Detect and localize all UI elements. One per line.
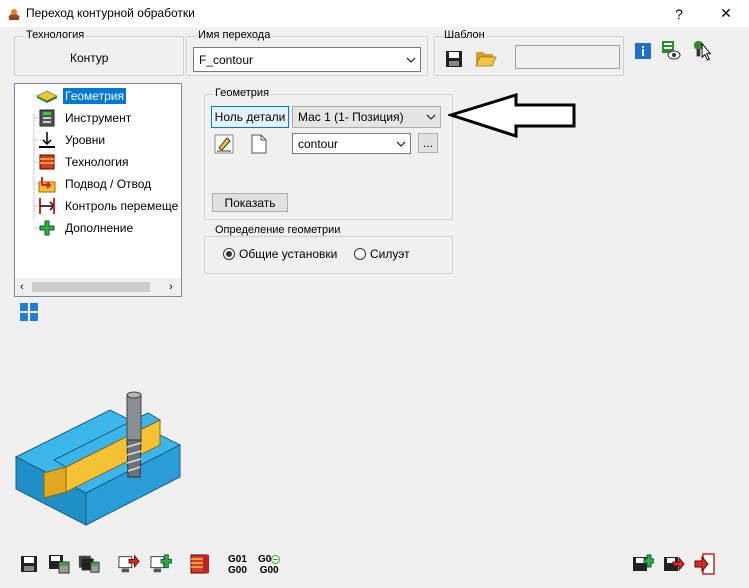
export-red-icon bbox=[118, 554, 140, 573]
chevron-down-icon bbox=[406, 57, 416, 63]
edit-geometry-button[interactable] bbox=[213, 133, 235, 155]
option-general-label: Общие установки bbox=[239, 247, 338, 261]
radio-general[interactable] bbox=[223, 248, 235, 260]
template-label: Шаблон bbox=[442, 29, 487, 41]
tree-item-4[interactable]: Технология bbox=[35, 153, 131, 171]
new-geometry-button[interactable] bbox=[248, 133, 270, 155]
technology-label: Технология bbox=[24, 29, 87, 41]
tool-icon bbox=[35, 109, 59, 127]
part-illustration bbox=[14, 391, 182, 526]
save-arrow-icon bbox=[664, 556, 685, 572]
info-icon bbox=[635, 43, 651, 59]
browse-button[interactable]: ... bbox=[418, 133, 438, 153]
sections-tree[interactable]: Геометрия Инструмент Уровни Технология Подво… bbox=[14, 83, 182, 297]
template-field[interactable] bbox=[515, 45, 620, 69]
title-bar: Переход контурной обработки ? ✕ bbox=[0, 0, 749, 27]
name-combo[interactable]: F_contour bbox=[193, 47, 421, 72]
folder-open-icon bbox=[475, 52, 497, 67]
save-button[interactable] bbox=[18, 553, 40, 575]
add-green-icon bbox=[150, 554, 172, 573]
option-silhouette-label: Силуэт bbox=[370, 247, 410, 261]
save-all-icon bbox=[78, 555, 100, 573]
option-general[interactable]: Общие установки bbox=[223, 247, 337, 261]
open-template-button[interactable] bbox=[475, 47, 497, 69]
scroll-left-icon[interactable]: ‹ bbox=[20, 281, 24, 293]
tree-item-5[interactable]: Подвод / Отвод bbox=[35, 175, 153, 193]
layers-icon bbox=[190, 554, 209, 574]
exit-button[interactable] bbox=[694, 553, 716, 575]
app-icon bbox=[8, 9, 20, 20]
save-all-button[interactable] bbox=[78, 553, 100, 575]
window-title: Переход контурной обработки bbox=[26, 6, 195, 20]
levels-icon bbox=[35, 131, 59, 149]
geometry-group-label: Геометрия bbox=[213, 87, 272, 99]
position-combo[interactable]: Мас 1 (1- Позиция) bbox=[292, 106, 441, 128]
g01-label: G01 bbox=[228, 554, 247, 565]
tree-item-label: Контроль перемеще bbox=[65, 199, 179, 213]
pointer-button[interactable] bbox=[692, 39, 714, 61]
document-icon bbox=[251, 134, 267, 154]
position-value: Мас 1 (1- Позиция) bbox=[298, 110, 404, 124]
save-calculator-icon bbox=[49, 555, 70, 574]
motion-control-icon bbox=[35, 197, 59, 215]
save-plus-icon bbox=[633, 554, 654, 571]
geometry-icon bbox=[35, 88, 59, 104]
eye-list-icon bbox=[662, 41, 681, 60]
tree-item-2[interactable]: Инструмент bbox=[35, 109, 133, 127]
scroll-thumb[interactable] bbox=[32, 282, 150, 292]
tree-item-label: Технология bbox=[65, 155, 129, 169]
export-button[interactable] bbox=[118, 553, 140, 575]
g0-label: G0 bbox=[258, 554, 272, 565]
tree-item-1[interactable]: Геометрия bbox=[35, 87, 126, 105]
help-button[interactable]: ? bbox=[656, 0, 702, 27]
tree-item-6[interactable]: Контроль перемеще bbox=[35, 197, 180, 215]
view-button[interactable] bbox=[660, 39, 682, 61]
save-add-button[interactable] bbox=[632, 553, 654, 575]
tree-hscrollbar[interactable]: ‹ › bbox=[15, 278, 181, 296]
part-zero-button[interactable]: Ноль детали bbox=[211, 106, 289, 128]
pencil-icon bbox=[214, 134, 234, 154]
show-button[interactable]: Показать bbox=[212, 193, 288, 212]
save-icon bbox=[446, 51, 462, 67]
arrow-annotation bbox=[448, 92, 576, 138]
technology-icon bbox=[35, 153, 59, 171]
approach-icon bbox=[35, 175, 59, 193]
tree-item-label: Геометрия bbox=[63, 88, 126, 104]
g00-label: G00 bbox=[228, 565, 247, 576]
layers-button[interactable] bbox=[189, 553, 211, 575]
radio-silhouette[interactable] bbox=[354, 248, 366, 260]
option-silhouette[interactable]: Силуэт bbox=[354, 247, 410, 261]
name-label: Имя перехода bbox=[196, 29, 273, 41]
green-badge-icon bbox=[271, 555, 281, 564]
tree-item-label: Уровни bbox=[65, 133, 106, 147]
g00b-label: G00 bbox=[259, 565, 279, 576]
tree-item-label: Дополнение bbox=[65, 221, 134, 235]
exit-icon bbox=[694, 553, 715, 575]
chevron-down-icon bbox=[396, 141, 406, 147]
tree-item-3[interactable]: Уровни bbox=[35, 131, 107, 149]
definition-group-label: Определение геометрии bbox=[213, 224, 343, 236]
addition-icon bbox=[35, 219, 59, 237]
save-template-button[interactable] bbox=[443, 48, 465, 70]
g0-g00-button[interactable]: G0 G00 bbox=[258, 554, 281, 576]
g01-g00-button[interactable]: G01 G00 bbox=[228, 554, 247, 576]
contour-combo[interactable]: contour bbox=[292, 133, 411, 154]
tree-item-label: Инструмент bbox=[65, 111, 132, 125]
technology-value: Контур bbox=[70, 51, 109, 65]
save-calc-button[interactable] bbox=[48, 553, 70, 575]
info-button[interactable] bbox=[632, 40, 654, 62]
pointer-help-icon bbox=[693, 40, 712, 61]
save-icon bbox=[21, 556, 37, 572]
layout-button[interactable] bbox=[19, 302, 39, 325]
tree-item-7[interactable]: Дополнение bbox=[35, 219, 135, 237]
grid-icon bbox=[20, 303, 38, 321]
add-button[interactable] bbox=[150, 553, 172, 575]
name-value: F_contour bbox=[199, 52, 254, 67]
tree-item-label: Подвод / Отвод bbox=[65, 177, 152, 191]
scroll-right-icon[interactable]: › bbox=[169, 281, 173, 293]
close-button[interactable]: ✕ bbox=[703, 0, 749, 27]
save-export-button[interactable] bbox=[663, 553, 685, 575]
contour-value: contour bbox=[298, 136, 339, 151]
chevron-down-icon bbox=[426, 114, 436, 120]
